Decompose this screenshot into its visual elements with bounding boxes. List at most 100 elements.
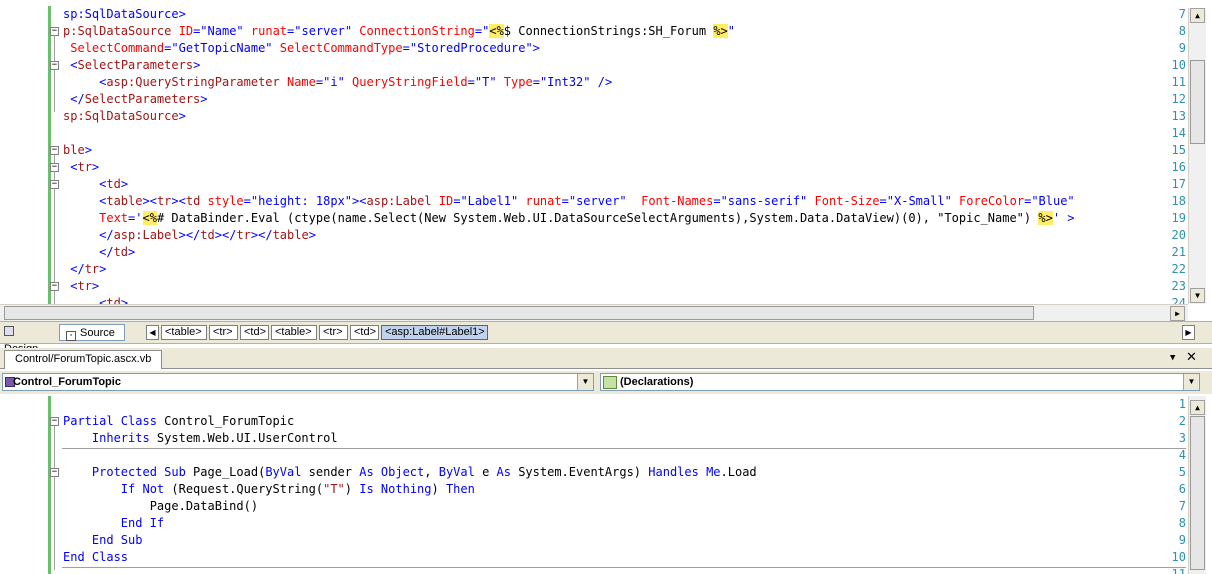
breadcrumb-item[interactable]: <td> bbox=[350, 325, 379, 340]
method-name-dropdown[interactable]: (Declarations) ▼ bbox=[600, 373, 1200, 391]
source-tab[interactable]: ▫ Source bbox=[59, 324, 125, 341]
code-line: sp:SqlDataSource> bbox=[63, 7, 186, 21]
change-marker bbox=[48, 40, 51, 57]
line-number: 22 bbox=[1171, 262, 1186, 276]
method-name-value: (Declarations) bbox=[620, 376, 694, 388]
change-marker bbox=[48, 244, 51, 261]
breadcrumb-item[interactable]: <tr> bbox=[319, 325, 348, 340]
code-line: <SelectParameters> bbox=[70, 58, 201, 72]
navigation-bar: Control_ForumTopic ▼ (Declarations) ▼ bbox=[0, 371, 1212, 394]
breadcrumb-item[interactable]: <table> bbox=[161, 325, 207, 340]
collapse-icon[interactable]: − bbox=[50, 417, 59, 426]
method-separator bbox=[62, 448, 1186, 449]
change-marker bbox=[48, 210, 51, 227]
change-marker bbox=[48, 447, 51, 464]
scrollbar-thumb[interactable] bbox=[1190, 416, 1205, 570]
document-tab-strip: Control/ForumTopic.ascx.vb ▼ ✕ bbox=[0, 348, 1212, 369]
change-marker bbox=[48, 481, 51, 498]
line-number: 2 bbox=[1178, 414, 1186, 428]
collapse-icon[interactable]: − bbox=[50, 282, 59, 291]
breadcrumb-next-button[interactable]: ▶ bbox=[1182, 325, 1195, 340]
tab-forumtopic-ascx-vb[interactable]: Control/ForumTopic.ascx.vb bbox=[4, 350, 163, 369]
collapse-icon[interactable]: − bbox=[50, 146, 59, 155]
code-line: Protected Sub Page_Load(ByVal sender As … bbox=[91, 465, 757, 479]
change-marker bbox=[48, 430, 51, 447]
collapse-icon[interactable]: − bbox=[50, 180, 59, 189]
source-code-editor[interactable]: 7 sp:SqlDataSource> 8 p:SqlDataSource ID="N… bbox=[0, 0, 1188, 304]
code-line: Partial Class Control_ForumTopic bbox=[63, 414, 295, 428]
chevron-down-icon[interactable]: ▼ bbox=[1183, 374, 1199, 390]
scrollbar-thumb[interactable] bbox=[4, 306, 1034, 320]
code-line: <table><tr><td style="height: 18px"><asp… bbox=[99, 194, 1075, 208]
line-number: 9 bbox=[1178, 533, 1186, 547]
method-separator bbox=[62, 567, 1186, 568]
code-line: </asp:Label></td></tr></table> bbox=[99, 228, 316, 242]
change-marker bbox=[48, 532, 51, 549]
change-marker bbox=[48, 566, 51, 574]
line-number: 5 bbox=[1178, 465, 1186, 479]
line-number: 10 bbox=[1171, 58, 1186, 72]
code-line: </td> bbox=[99, 245, 136, 259]
change-marker bbox=[48, 396, 51, 413]
design-tab[interactable]: Design bbox=[0, 324, 54, 355]
line-number: 3 bbox=[1178, 431, 1186, 445]
line-number: 13 bbox=[1171, 109, 1186, 123]
code-line: Inherits System.Web.UI.UserControl bbox=[91, 431, 338, 445]
breadcrumb-prev-button[interactable]: ◀ bbox=[146, 325, 159, 340]
breadcrumb-item[interactable]: <tr> bbox=[209, 325, 238, 340]
line-number: 1 bbox=[1178, 397, 1186, 411]
change-marker bbox=[48, 549, 51, 566]
change-marker bbox=[48, 498, 51, 515]
code-line: <asp:QueryStringParameter Name="i" Query… bbox=[99, 75, 613, 89]
code-line: <td> bbox=[99, 296, 129, 304]
close-icon[interactable]: ✕ bbox=[1186, 350, 1197, 365]
scroll-right-button[interactable]: ▶ bbox=[1170, 306, 1185, 321]
source-editor-horizontal-scrollbar[interactable]: ▶ bbox=[0, 304, 1188, 321]
change-marker bbox=[48, 261, 51, 278]
line-number: 17 bbox=[1171, 177, 1186, 191]
source-icon: ▫ bbox=[66, 331, 76, 341]
fold-guide bbox=[54, 189, 55, 248]
class-name-value: Control_ForumTopic bbox=[13, 376, 121, 388]
breadcrumb-item[interactable]: <td> bbox=[240, 325, 269, 340]
fold-guide bbox=[54, 70, 55, 95]
line-number: 8 bbox=[1178, 24, 1186, 38]
change-marker bbox=[48, 515, 51, 532]
breadcrumb-item[interactable]: <asp:Label#Label1> bbox=[381, 325, 488, 340]
declarations-icon bbox=[603, 376, 617, 389]
scrollbar-thumb[interactable] bbox=[1190, 60, 1205, 144]
change-marker bbox=[48, 6, 51, 23]
line-number: 23 bbox=[1171, 279, 1186, 293]
chevron-down-icon[interactable]: ▼ bbox=[577, 374, 593, 390]
collapse-icon[interactable]: − bbox=[50, 163, 59, 172]
window-list-icon[interactable]: ▼ bbox=[1170, 353, 1175, 363]
change-marker bbox=[48, 108, 51, 125]
line-number: 6 bbox=[1178, 482, 1186, 496]
scroll-up-button[interactable]: ▲ bbox=[1190, 8, 1205, 23]
scroll-up-button[interactable]: ▲ bbox=[1190, 400, 1205, 415]
tab-label: Control/ForumTopic.ascx.vb bbox=[15, 353, 152, 365]
change-marker bbox=[48, 295, 51, 304]
line-number: 11 bbox=[1171, 75, 1186, 89]
vb-code-editor[interactable]: 1 2 Partial Class Control_ForumTopic 3 Inhe… bbox=[0, 396, 1188, 574]
vb-editor-vertical-scrollbar[interactable]: ▲ bbox=[1188, 396, 1206, 574]
breadcrumb-item[interactable]: <table> bbox=[271, 325, 317, 340]
class-name-dropdown[interactable]: Control_ForumTopic ▼ bbox=[2, 373, 594, 391]
source-editor-vertical-scrollbar[interactable]: ▲ ▼ bbox=[1188, 8, 1206, 304]
line-number: 4 bbox=[1178, 448, 1186, 462]
line-number: 14 bbox=[1171, 126, 1186, 140]
line-number: 9 bbox=[1178, 41, 1186, 55]
change-marker bbox=[48, 227, 51, 244]
line-number: 21 bbox=[1171, 245, 1186, 259]
fold-guide bbox=[54, 291, 55, 304]
fold-guide bbox=[54, 477, 55, 553]
view-toolbar: Design ▫Source ◀ <table><tr><td><table><… bbox=[0, 321, 1212, 355]
code-line: <tr> bbox=[70, 160, 100, 174]
collapse-icon[interactable]: − bbox=[50, 61, 59, 70]
line-number: 19 bbox=[1171, 211, 1186, 225]
code-line: End Sub bbox=[91, 533, 143, 547]
scroll-down-button[interactable]: ▼ bbox=[1190, 288, 1205, 303]
collapse-icon[interactable]: − bbox=[50, 468, 59, 477]
collapse-icon[interactable]: − bbox=[50, 27, 59, 36]
code-line: If Not (Request.QueryString("T") Is Noth… bbox=[120, 482, 475, 496]
